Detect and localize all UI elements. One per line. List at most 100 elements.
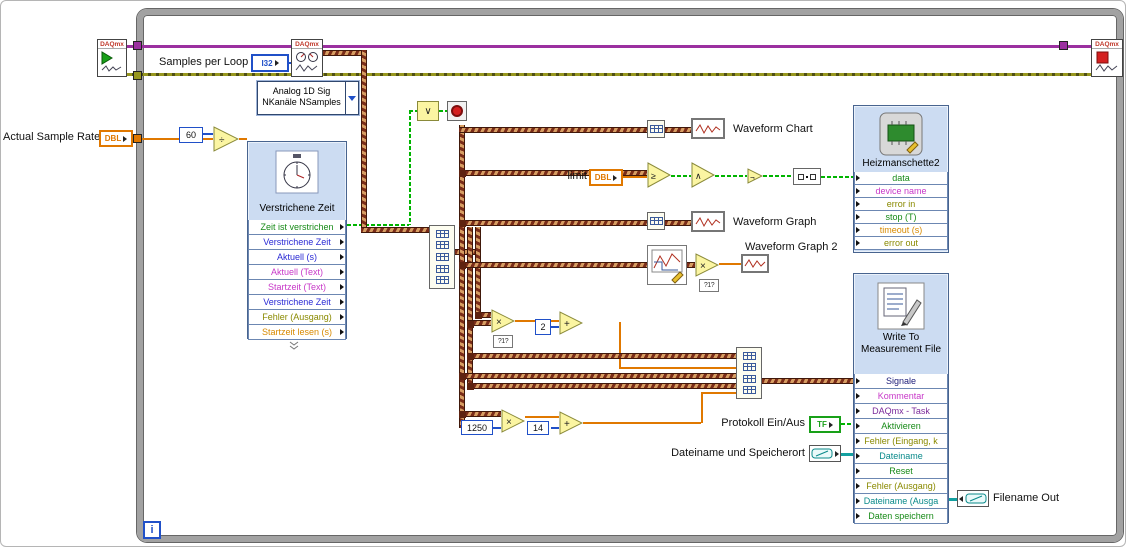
- multiply-node[interactable]: ×: [501, 409, 525, 433]
- vi-row-label: Aktuell (s): [276, 252, 317, 262]
- scaling-express-vi[interactable]: [647, 245, 687, 285]
- protokoll-tf-control[interactable]: TF: [809, 416, 841, 433]
- vi-row-label: Reset: [889, 466, 913, 476]
- vi-input-row[interactable]: DAQmx - Task: [854, 404, 948, 419]
- waveform-graph-label: Waveform Graph: [733, 216, 817, 228]
- loop-tunnel[interactable]: [133, 134, 142, 143]
- vi-input-row[interactable]: Fehler (Eingang, k: [854, 434, 948, 449]
- heizmanschette2-icon: [879, 112, 923, 156]
- waveform-graph2-terminal[interactable]: [741, 254, 769, 273]
- convert-to-dynamic-node[interactable]: [647, 212, 665, 230]
- vi-output-row[interactable]: Verstrichene Zeit: [248, 295, 346, 310]
- dateiname-path-control[interactable]: [809, 445, 841, 462]
- convert-to-dynamic-node[interactable]: [793, 168, 821, 185]
- vi-input-row[interactable]: Dateiname: [854, 449, 948, 464]
- loop-condition-terminal[interactable]: [447, 101, 467, 121]
- vi-input-row[interactable]: Reset: [854, 464, 948, 479]
- and-node[interactable]: ∧: [691, 162, 715, 188]
- waveform-graph-terminal[interactable]: [691, 211, 725, 232]
- selector-line-2: NKanäle NSamples: [262, 97, 341, 107]
- greater-equal-node[interactable]: ≥: [647, 162, 671, 188]
- daqmx-logo: DAQmx: [1092, 40, 1122, 49]
- not-node[interactable]: ¬: [747, 168, 763, 184]
- vi-output-row[interactable]: Aktuell (s): [248, 250, 346, 265]
- wire: [551, 326, 559, 328]
- wire: [467, 227, 473, 389]
- vi-input-row[interactable]: error out: [854, 237, 948, 250]
- polymorphic-vi-selector[interactable]: Analog 1D Sig NKanäle NSamples: [257, 81, 359, 115]
- wire: [323, 45, 1059, 48]
- vi-row-label: Startzeit (Text): [267, 282, 326, 292]
- vi-input-row[interactable]: Fehler (Ausgang): [854, 479, 948, 494]
- vi-output-row[interactable]: Verstrichene Zeit: [248, 235, 346, 250]
- numeric-constant-14[interactable]: 14: [527, 421, 549, 435]
- loop-tunnel[interactable]: [1059, 41, 1068, 50]
- vi-output-row[interactable]: Aktuell (Text): [248, 265, 346, 280]
- wire: [551, 427, 559, 429]
- daqmx-start-task-vi[interactable]: DAQmx: [97, 39, 127, 77]
- vi-output-row[interactable]: Fehler (Ausgang): [248, 310, 346, 325]
- write-file-rows: Signale Kommentar DAQmx - Task Aktiviere…: [854, 374, 948, 524]
- numeric-constant-1250[interactable]: 1250: [461, 420, 493, 435]
- build-array-node[interactable]: [429, 225, 455, 289]
- heizmanschette2-vi[interactable]: Heizmanschette2 data device name error i…: [853, 105, 949, 253]
- limit-terminal[interactable]: DBL: [589, 169, 623, 186]
- vi-input-row[interactable]: Signale: [854, 374, 948, 389]
- add-node[interactable]: +: [559, 411, 583, 435]
- vi-input-row[interactable]: device name: [854, 185, 948, 198]
- vi-input-row[interactable]: Aktivieren: [854, 419, 948, 434]
- divide-node[interactable]: ÷: [213, 126, 239, 152]
- daqmx-read-vi[interactable]: DAQmx: [291, 39, 323, 77]
- actual-sample-rate-terminal[interactable]: DBL: [99, 130, 133, 147]
- wire: [409, 110, 411, 225]
- waveform-graph2-label: Waveform Graph 2: [745, 241, 838, 253]
- type-convert-node[interactable]: ?1?: [493, 335, 513, 348]
- samples-per-loop-terminal[interactable]: I32: [251, 54, 289, 72]
- numeric-constant-2[interactable]: 2: [535, 319, 551, 335]
- terminal-arrow-icon: [274, 60, 279, 66]
- vi-output-row[interactable]: Startzeit lesen (s): [248, 325, 346, 340]
- vi-row-label: stop (T): [885, 212, 917, 222]
- vi-input-row[interactable]: Kommentar: [854, 389, 948, 404]
- daqmx-clear-task-vi[interactable]: DAQmx: [1091, 39, 1123, 77]
- loop-tunnel[interactable]: [133, 71, 142, 80]
- expand-chevron-icon[interactable]: [288, 341, 300, 350]
- vi-row-label: Aktuell (Text): [270, 267, 323, 277]
- greater-equal-symbol: ≥: [651, 171, 656, 181]
- multiply-node[interactable]: ×: [695, 253, 719, 277]
- multiply-node[interactable]: ×: [491, 309, 515, 333]
- numeric-constant-60[interactable]: 60: [179, 127, 203, 143]
- add-node[interactable]: +: [559, 311, 583, 335]
- elapsed-time-icon: [275, 150, 319, 194]
- merge-signals-node[interactable]: [736, 347, 762, 399]
- loop-tunnel[interactable]: [133, 41, 142, 50]
- vi-input-row[interactable]: error in: [854, 198, 948, 211]
- daqmx-logo: DAQmx: [292, 40, 322, 49]
- wire: [127, 45, 291, 48]
- convert-to-dynamic-node[interactable]: [647, 120, 665, 138]
- wire: [841, 453, 853, 456]
- elapsed-time-vi[interactable]: Verstrichene Zeit Zeit ist verstrichen V…: [247, 141, 347, 340]
- square-glyph: [810, 173, 816, 180]
- terminal-type-label: DBL: [594, 173, 612, 182]
- vi-input-row[interactable]: data: [854, 172, 948, 185]
- vi-input-row[interactable]: timeout (s): [854, 224, 948, 237]
- loop-iteration-terminal[interactable]: i: [143, 521, 161, 539]
- wire-junction-dot: [459, 373, 466, 380]
- vi-input-row[interactable]: stop (T): [854, 211, 948, 224]
- type-convert-node[interactable]: ?1?: [699, 279, 719, 292]
- vi-output-row[interactable]: Zeit ist verstrichen: [248, 220, 346, 235]
- array-glyph: [742, 351, 756, 360]
- write-measurement-file-vi[interactable]: Write To Measurement File Signale Kommen…: [853, 273, 949, 524]
- vi-input-row[interactable]: Daten speichern: [854, 509, 948, 524]
- wire: [719, 263, 741, 265]
- stop-icon: [1095, 51, 1118, 72]
- wire: [762, 378, 853, 384]
- filename-out-indicator[interactable]: [957, 490, 989, 507]
- wire-junction-dot: [459, 262, 466, 269]
- vi-output-row[interactable]: Startzeit (Text): [248, 280, 346, 295]
- vi-input-row[interactable]: Dateiname (Ausga: [854, 494, 948, 509]
- or-node[interactable]: ∨: [417, 101, 439, 121]
- waveform-chart-terminal[interactable]: [691, 118, 725, 139]
- dropdown-arrow-icon[interactable]: [345, 82, 358, 114]
